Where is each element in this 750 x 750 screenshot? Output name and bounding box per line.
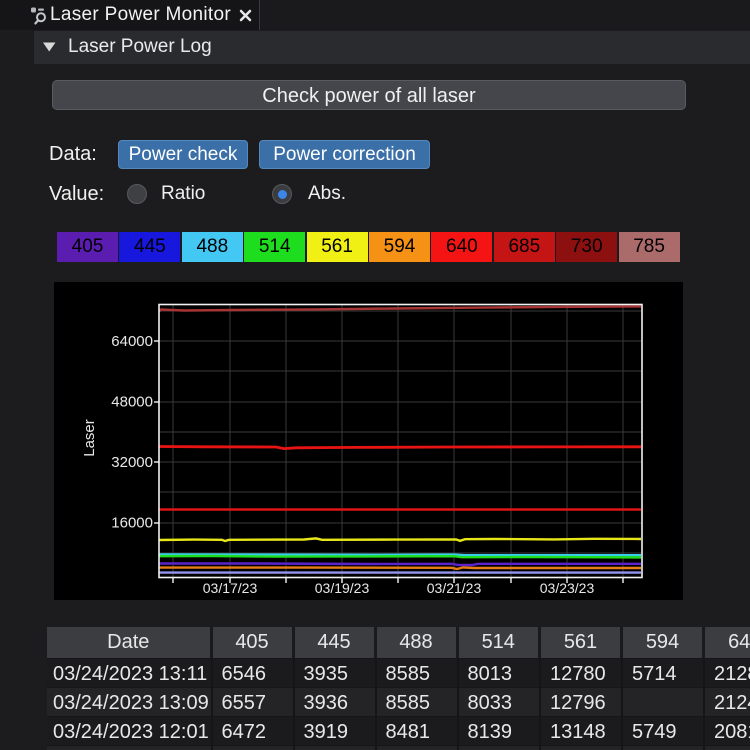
svg-text:03/23/23: 03/23/23 <box>540 580 595 596</box>
svg-text:Laser: Laser <box>81 419 98 457</box>
svg-text:32000: 32000 <box>111 454 153 471</box>
svg-text:48000: 48000 <box>111 394 153 411</box>
svg-text:03/21/23: 03/21/23 <box>427 580 482 596</box>
svg-text:03/17/23: 03/17/23 <box>203 580 258 596</box>
svg-text:64000: 64000 <box>111 333 153 350</box>
svg-text:03/19/23: 03/19/23 <box>315 580 370 596</box>
svg-text:16000: 16000 <box>111 515 153 532</box>
